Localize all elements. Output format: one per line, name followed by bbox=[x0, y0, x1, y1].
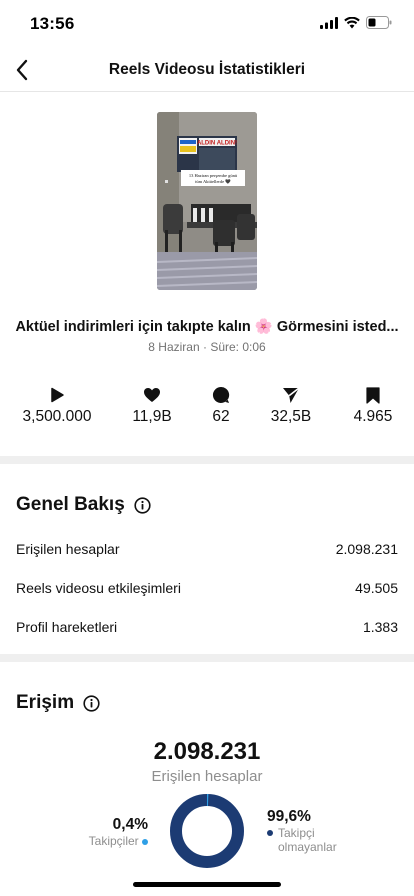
overview-row-profile-activity[interactable]: Profil hareketleri 1.383 bbox=[16, 619, 398, 639]
info-icon[interactable] bbox=[83, 694, 100, 712]
followers-share: 0,4% Takipçiler bbox=[82, 816, 148, 848]
section-divider bbox=[0, 654, 414, 662]
followers-pct: 0,4% bbox=[112, 816, 148, 833]
stats-row: 3,500.000 11,9B 62 32,5B 4.965 bbox=[0, 386, 414, 432]
page-title: Reels Videosu İstatistikleri bbox=[108, 61, 306, 78]
non-followers-arc bbox=[170, 794, 244, 868]
followers-dot bbox=[142, 838, 148, 845]
stat-value: 3,500.000 bbox=[22, 408, 92, 425]
reel-thumbnail[interactable]: ALDIN ALDIN! 13 Haziran perşembe günü tü… bbox=[157, 112, 257, 290]
status-bar: 13:56 bbox=[0, 0, 414, 48]
non-followers-label: Takipçi olmayanlar bbox=[278, 826, 337, 854]
thumbnail-card-line2: tüm Aktüellerde 🖤 bbox=[195, 179, 231, 184]
reel-caption: Aktüel indirimleri için takıpte kalın 🌸 … bbox=[15, 319, 399, 335]
reach-label: Erişilen hesaplar bbox=[151, 768, 263, 785]
non-followers-label-row: Takipçi olmayanlar bbox=[267, 826, 367, 854]
row-label: Reels videosu etkileşimleri bbox=[16, 580, 181, 596]
overview-title: Genel Bakış bbox=[16, 494, 151, 516]
signal-icon bbox=[320, 16, 338, 34]
overview-row-reel-interactions[interactable]: Reels videosu etkileşimleri 49.505 bbox=[16, 580, 398, 600]
wifi-icon bbox=[344, 16, 360, 34]
non-followers-label-line2: olmayanlar bbox=[278, 840, 337, 854]
row-value: 1.383 bbox=[362, 619, 398, 635]
stat-saves: 4.965 bbox=[328, 386, 414, 426]
status-time: 13:56 bbox=[30, 14, 75, 33]
nav-bar: Reels Videosu İstatistikleri bbox=[0, 48, 414, 92]
bookmark-icon bbox=[328, 386, 414, 404]
overview-title-text: Genel Bakış bbox=[16, 494, 125, 515]
row-label: Erişilen hesaplar bbox=[16, 541, 120, 557]
status-icons bbox=[320, 16, 392, 34]
stat-value: 4.965 bbox=[353, 408, 393, 425]
home-indicator bbox=[133, 882, 281, 887]
thumbnail-card-line1: 13 Haziran perşembe günü bbox=[189, 173, 238, 178]
reach-title-text: Erişim bbox=[16, 692, 75, 713]
row-label: Profil hareketleri bbox=[16, 619, 118, 635]
battery-icon bbox=[366, 16, 392, 34]
non-followers-label-line1: Takipçi bbox=[278, 826, 315, 840]
section-divider bbox=[0, 456, 414, 464]
followers-label: Takipçiler bbox=[88, 834, 139, 848]
stat-shares: 32,5B bbox=[246, 386, 336, 426]
row-value: 2.098.231 bbox=[335, 541, 398, 557]
reach-title: Erişim bbox=[16, 692, 100, 714]
followers-label-row: Takipçiler bbox=[82, 834, 148, 848]
overview-row-accounts-reached[interactable]: Erişilen hesaplar 2.098.231 bbox=[16, 541, 398, 561]
non-followers-dot bbox=[267, 830, 273, 836]
reach-donut-chart bbox=[170, 794, 244, 868]
play-icon bbox=[12, 386, 102, 404]
info-icon[interactable] bbox=[134, 496, 151, 514]
thumbnail-sign-text: ALDIN ALDIN! bbox=[197, 141, 237, 147]
stat-value: 32,5B bbox=[270, 408, 312, 425]
reach-value: 2.098.231 bbox=[153, 738, 261, 765]
row-value: 49.505 bbox=[355, 580, 398, 596]
share-icon bbox=[246, 386, 336, 404]
non-followers-share: 99,6% Takipçi olmayanlar bbox=[267, 808, 367, 854]
non-followers-pct: 99,6% bbox=[267, 808, 311, 825]
stat-plays: 3,500.000 bbox=[12, 386, 102, 426]
reel-meta: 8 Haziran · Süre: 0:06 bbox=[148, 340, 266, 354]
